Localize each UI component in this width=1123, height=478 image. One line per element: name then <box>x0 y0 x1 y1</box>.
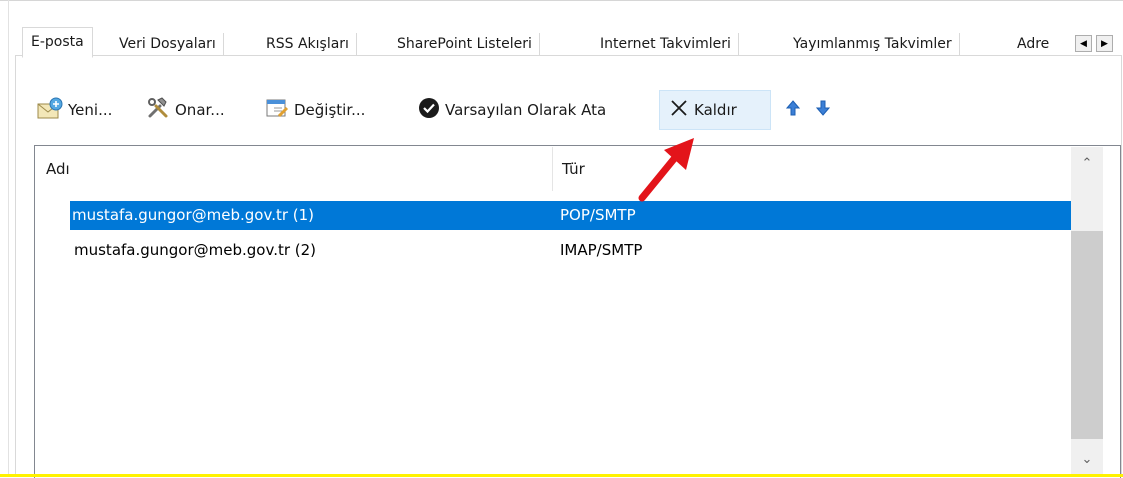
vertical-scrollbar[interactable]: ⌃ ⌄ <box>1071 147 1103 477</box>
new-account-button[interactable]: Yeni... <box>37 93 112 127</box>
account-type: IMAP/SMTP <box>560 241 643 259</box>
annotation-arrow-icon <box>638 138 694 202</box>
window-top-edge <box>0 0 1123 1</box>
scroll-up-icon[interactable]: ⌃ <box>1071 149 1103 179</box>
arrow-up-icon <box>785 100 801 120</box>
new-mail-account-icon <box>37 96 63 124</box>
remove-account-button[interactable]: Kaldır <box>669 93 737 127</box>
tools-repair-icon <box>146 96 170 124</box>
tab-internet-takvimleri[interactable]: Internet Takvimleri <box>593 33 739 56</box>
window-left-edge <box>8 0 9 477</box>
account-name: mustafa.gungor@meb.gov.tr (1) <box>72 206 315 224</box>
repair-account-button[interactable]: Onar... <box>146 93 225 127</box>
tab-scroll-right-button[interactable]: ▶ <box>1096 35 1113 52</box>
repair-account-label: Onar... <box>175 101 225 119</box>
column-header-type[interactable]: Tür <box>562 160 585 178</box>
tab-e-posta[interactable]: E-posta <box>22 27 93 58</box>
move-up-button[interactable] <box>785 93 801 127</box>
change-account-button[interactable]: Değiştir... <box>265 93 365 127</box>
tab-yayimlanmis-takvimler[interactable]: Yayımlanmış Takvimler <box>786 33 960 56</box>
table-row[interactable]: mustafa.gungor@meb.gov.tr (2) IMAP/SMTP <box>70 236 1071 265</box>
change-account-label: Değiştir... <box>294 101 366 119</box>
account-list <box>34 145 1121 478</box>
scroll-down-icon[interactable]: ⌄ <box>1071 445 1103 475</box>
set-as-default-button[interactable]: Varsayılan Olarak Ata <box>418 93 606 127</box>
tab-adres-defterleri[interactable]: Adre <box>1010 33 1059 56</box>
arrow-down-icon <box>815 100 831 120</box>
new-account-label: Yeni... <box>68 101 113 119</box>
column-divider[interactable] <box>552 147 553 191</box>
move-down-button[interactable] <box>815 93 831 127</box>
table-row-selected[interactable]: mustafa.gungor@meb.gov.tr (1) POP/SMTP <box>70 201 1071 230</box>
tab-scroll-left-button[interactable]: ◀ <box>1075 35 1092 52</box>
tab-rss-akislari[interactable]: RSS Akışları <box>259 33 357 56</box>
tab-veri-dosyalari[interactable]: Veri Dosyaları <box>112 33 224 56</box>
remove-account-label: Kaldır <box>694 101 737 119</box>
column-header-name[interactable]: Adı <box>46 160 70 178</box>
scrollbar-thumb[interactable] <box>1071 231 1103 439</box>
close-icon <box>669 98 689 122</box>
tab-sharepoint-listeleri[interactable]: SharePoint Listeleri <box>390 33 540 56</box>
account-name: mustafa.gungor@meb.gov.tr (2) <box>74 241 317 259</box>
set-as-default-label: Varsayılan Olarak Ata <box>445 101 607 119</box>
change-settings-icon <box>265 96 289 124</box>
checkmark-circle-icon <box>418 97 440 123</box>
